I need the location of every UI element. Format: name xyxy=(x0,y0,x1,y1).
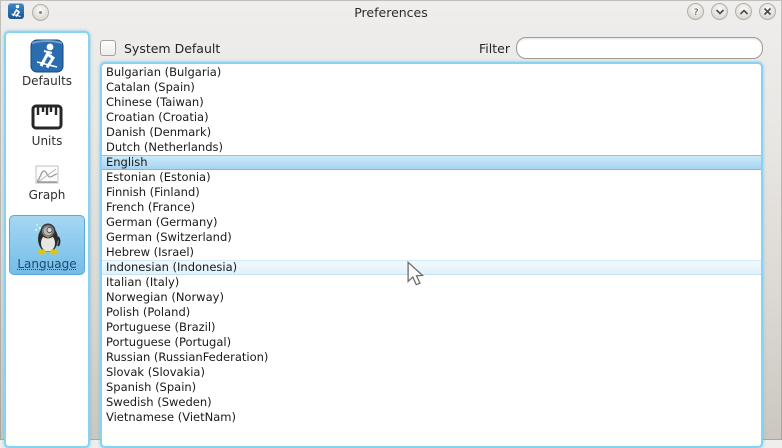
maximize-button[interactable] xyxy=(735,3,752,20)
language-row[interactable]: Dutch (Netherlands) xyxy=(102,140,761,155)
window-controls: ? xyxy=(687,3,776,20)
language-row[interactable]: Portuguese (Portugal) xyxy=(102,335,761,350)
language-row[interactable]: Swedish (Sweden) xyxy=(102,395,761,410)
minimize-button[interactable] xyxy=(711,3,728,20)
language-row[interactable]: Vietnamese (VietNam) xyxy=(102,410,761,425)
language-row[interactable]: Indonesian (Indonesia) xyxy=(102,260,761,275)
chevron-up-icon xyxy=(739,8,749,16)
language-row[interactable]: Slovak (Slovakia) xyxy=(102,365,761,380)
language-row[interactable]: Bulgarian (Bulgaria) xyxy=(102,65,761,80)
window-title: Preferences xyxy=(0,5,782,20)
chevron-down-icon xyxy=(715,8,725,16)
close-icon xyxy=(763,7,772,16)
language-row[interactable]: Chinese (Taiwan) xyxy=(102,95,761,110)
language-row[interactable]: Italian (Italy) xyxy=(102,275,761,290)
language-row[interactable]: Hebrew (Israel) xyxy=(102,245,761,260)
titlebar: Preferences ? xyxy=(0,0,782,24)
sidebar-item-label: Language xyxy=(17,257,76,272)
sidebar-item-units[interactable]: Units xyxy=(7,100,87,149)
filter-label: Filter xyxy=(479,41,510,56)
language-row[interactable]: Russian (RussianFederation) xyxy=(102,350,761,365)
language-row[interactable]: French (France) xyxy=(102,200,761,215)
tux-penguin-icon xyxy=(27,219,67,257)
language-row[interactable]: Catalan (Spain) xyxy=(102,80,761,95)
sidebar-item-graph[interactable]: Graph xyxy=(7,162,87,203)
language-row[interactable]: Polish (Poland) xyxy=(102,305,761,320)
preferences-category-list: Defaults Units Graph Language xyxy=(4,31,90,448)
question-icon: ? xyxy=(691,6,701,17)
language-row[interactable]: Portuguese (Brazil) xyxy=(102,320,761,335)
language-row[interactable]: Finnish (Finland) xyxy=(102,185,761,200)
sidebar-item-label: Defaults xyxy=(22,74,72,89)
system-default-checkbox[interactable] xyxy=(100,40,116,56)
sidebar-item-language[interactable]: Language xyxy=(9,215,85,275)
sidebar-item-label: Graph xyxy=(29,188,66,203)
language-row[interactable]: English xyxy=(102,155,761,170)
language-row[interactable]: Danish (Denmark) xyxy=(102,125,761,140)
help-button[interactable]: ? xyxy=(687,3,704,20)
language-list: Bulgarian (Bulgaria)Catalan (Spain)Chine… xyxy=(100,62,763,448)
sidebar-item-label: Units xyxy=(32,134,63,149)
ruler-icon xyxy=(31,100,63,134)
svg-text:?: ? xyxy=(693,8,698,17)
graph-icon xyxy=(35,162,59,188)
close-button[interactable] xyxy=(759,3,776,20)
language-row[interactable]: Croatian (Croatia) xyxy=(102,110,761,125)
language-row[interactable]: Estonian (Estonia) xyxy=(102,170,761,185)
language-row[interactable]: Spanish (Spain) xyxy=(102,380,761,395)
language-row[interactable]: German (Germany) xyxy=(102,215,761,230)
sidebar-item-defaults[interactable]: Defaults xyxy=(7,38,87,89)
filter-input[interactable] xyxy=(516,37,763,59)
system-default-label: System Default xyxy=(124,41,220,56)
language-row[interactable]: German (Switzerland) xyxy=(102,230,761,245)
hiker-icon xyxy=(30,38,64,74)
language-row[interactable]: Norwegian (Norway) xyxy=(102,290,761,305)
